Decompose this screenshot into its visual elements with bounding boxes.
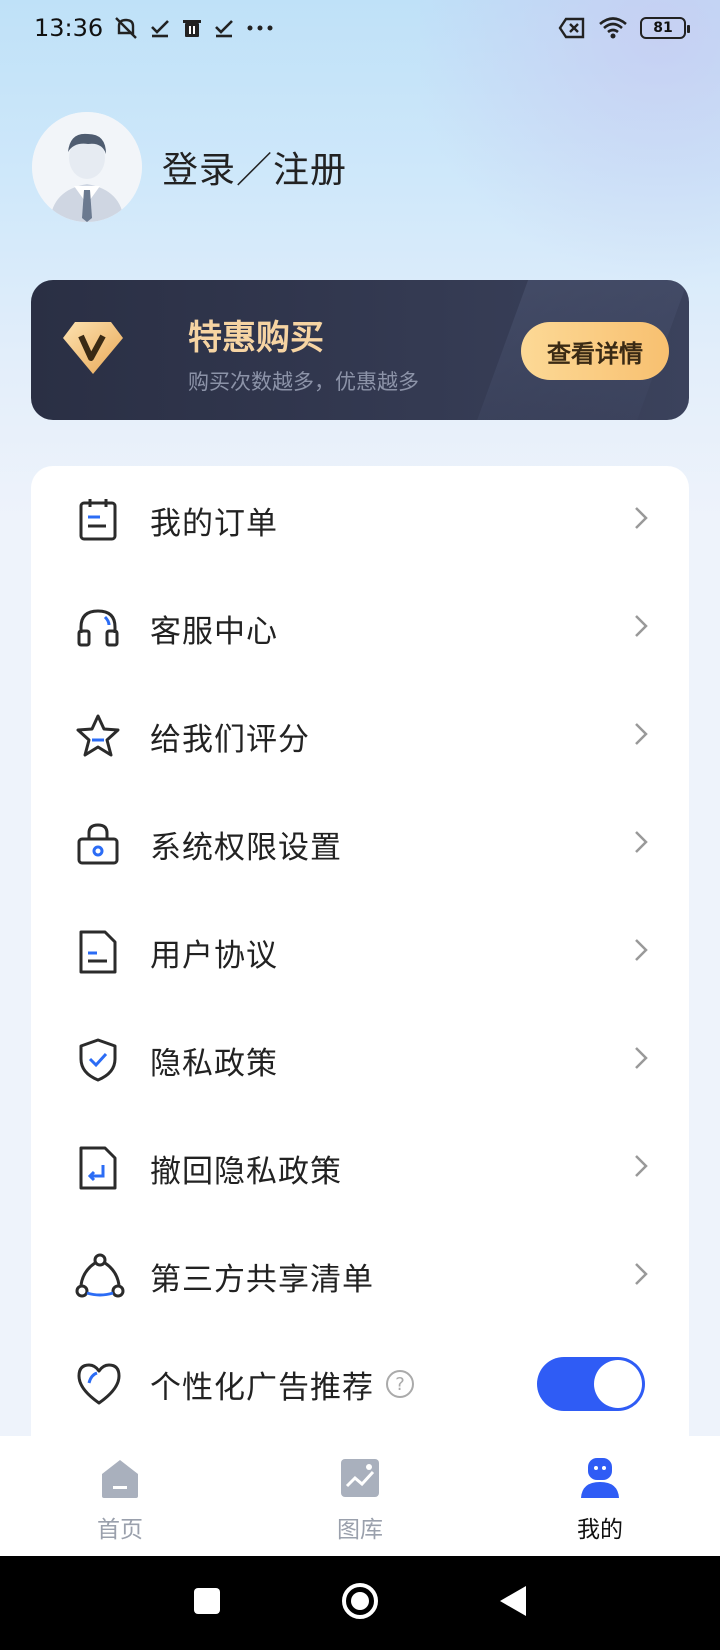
vip-title: 特惠购买 <box>188 318 324 358</box>
chevron-right-icon <box>633 505 649 535</box>
star-icon <box>75 713 121 759</box>
shield-icon <box>75 1037 121 1083</box>
menu-item-third-party-sharing[interactable]: 第三方共享清单 <box>31 1222 689 1330</box>
order-icon <box>75 497 121 543</box>
chevron-right-icon <box>633 1153 649 1183</box>
menu-item-label: 撤回隐私政策 <box>150 1153 342 1190</box>
lock-icon <box>75 821 121 867</box>
chevron-right-icon <box>633 937 649 967</box>
menu-item-label: 系统权限设置 <box>150 829 342 866</box>
check-icon <box>149 17 171 39</box>
menu-item-revoke-privacy[interactable]: 撤回隐私政策 <box>31 1114 689 1222</box>
menu-item-label: 隐私政策 <box>150 1045 278 1082</box>
recent-apps-button[interactable] <box>192 1586 222 1620</box>
battery-icon: 81 <box>640 17 690 39</box>
mute-icon <box>113 15 139 41</box>
menu-item-label: 第三方共享清单 <box>150 1261 374 1298</box>
nav-item-home[interactable]: 首页 <box>0 1436 240 1556</box>
vip-subtitle: 购买次数越多，优惠越多 <box>188 370 419 394</box>
status-time: 13:36 <box>34 14 104 42</box>
nav-item-mine[interactable]: 我的 <box>480 1436 720 1556</box>
avatar[interactable] <box>32 112 142 222</box>
heart-icon <box>75 1361 121 1407</box>
menu-item-permissions[interactable]: 系统权限设置 <box>31 790 689 898</box>
menu-item-personalized-ads: 个性化广告推荐 ? <box>31 1330 689 1438</box>
menu-item-label: 个性化广告推荐 <box>150 1369 374 1406</box>
bottom-nav: 首页 图库 我的 <box>0 1436 720 1556</box>
gallery-icon <box>338 1456 382 1504</box>
trash-icon <box>181 17 203 39</box>
menu-item-privacy-policy[interactable]: 隐私政策 <box>31 1006 689 1114</box>
header-background <box>0 0 720 520</box>
help-icon[interactable]: ? <box>386 1370 414 1398</box>
nav-label: 首页 <box>97 1517 143 1543</box>
revoke-document-icon <box>75 1145 121 1191</box>
share-icon <box>75 1253 125 1299</box>
vip-diamond-icon <box>61 318 125 380</box>
home-button[interactable] <box>340 1581 380 1625</box>
toggle-knob <box>594 1360 642 1408</box>
nav-label: 我的 <box>577 1517 623 1543</box>
more-icon <box>245 17 275 39</box>
chevron-right-icon <box>633 721 649 751</box>
document-icon <box>75 929 121 975</box>
back-button[interactable] <box>498 1584 528 1622</box>
chevron-right-icon <box>633 829 649 859</box>
home-icon <box>98 1456 142 1504</box>
wifi-icon <box>598 16 628 40</box>
chevron-right-icon <box>633 613 649 643</box>
menu-item-orders[interactable]: 我的订单 <box>31 466 689 574</box>
chevron-right-icon <box>633 1045 649 1075</box>
vip-banner[interactable]: 特惠购买 购买次数越多，优惠越多 查看详情 <box>31 280 689 420</box>
menu-item-label: 用户协议 <box>150 937 278 974</box>
nav-item-gallery[interactable]: 图库 <box>240 1436 480 1556</box>
menu-item-label: 客服中心 <box>150 613 278 650</box>
login-register-link[interactable]: 登录／注册 <box>162 141 347 193</box>
menu-item-user-agreement[interactable]: 用户协议 <box>31 898 689 1006</box>
headset-icon <box>75 605 121 651</box>
menu-item-customer-service[interactable]: 客服中心 <box>31 574 689 682</box>
menu-item-rate-us[interactable]: 给我们评分 <box>31 682 689 790</box>
personalized-ads-toggle[interactable] <box>537 1357 645 1411</box>
system-nav-bar <box>0 1556 720 1650</box>
profile-header[interactable]: 登录／注册 <box>32 112 347 222</box>
check-icon <box>213 17 235 39</box>
profile-icon <box>578 1456 622 1504</box>
chevron-right-icon <box>633 1261 649 1291</box>
nav-label: 图库 <box>337 1517 383 1543</box>
menu-item-label: 我的订单 <box>150 505 278 542</box>
sim-off-icon <box>558 17 586 39</box>
menu-item-label: 给我们评分 <box>150 721 310 758</box>
view-details-button[interactable]: 查看详情 <box>521 322 669 380</box>
menu-card: 我的订单 客服中心 给我们评分 系统权限设置 用户协议 隐私政策 撤回隐私政策 … <box>31 466 689 1466</box>
status-bar: 13:36 81 <box>0 0 720 56</box>
